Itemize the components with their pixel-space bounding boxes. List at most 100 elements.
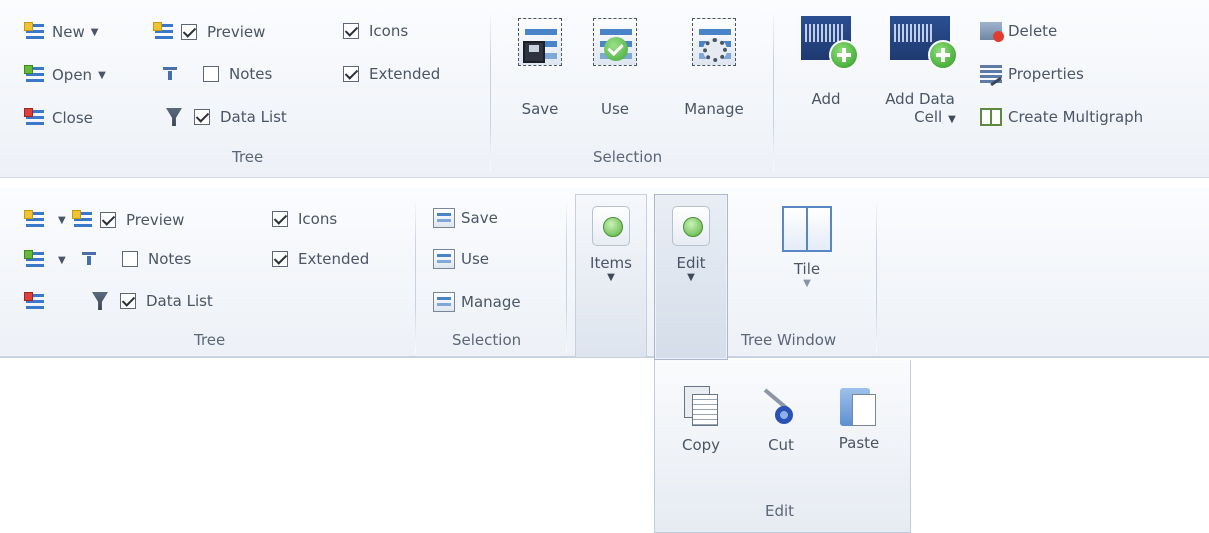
preview-label: Preview [126,211,185,229]
use-selection-small[interactable]: Use [433,249,489,269]
filter-icon[interactable] [166,108,182,126]
preview-checkbox[interactable] [181,24,197,40]
manage-label: Manage [684,100,744,118]
edit-label: Edit [676,254,706,272]
close-label: Close [52,109,93,127]
new-dropdown[interactable]: ▼ [24,210,66,230]
delete-icon [980,22,1004,42]
paste-label: Paste [838,434,880,452]
cell-label: Cell [914,108,943,126]
open-dropdown[interactable]: ▼ [24,250,66,270]
group-divider [566,198,567,353]
dropdown-arrow-icon: ▼ [58,214,66,226]
save-label: Save [521,100,559,118]
notes-toggle[interactable]: Notes [157,65,272,83]
icons-checkbox[interactable] [343,23,359,39]
tree-close-icon [24,108,46,128]
save-selection-icon [433,208,455,228]
tree-view-icon [72,210,94,230]
close-button[interactable]: Close [24,108,93,128]
notes-toggle-2[interactable]: Notes [76,250,191,268]
preview-toggle[interactable]: Preview [153,22,265,42]
selection-group-label: Selection [452,331,522,349]
dropdown-arrow-icon: ▼ [687,272,695,283]
tree-new-icon [24,22,46,42]
paste-button[interactable]: Paste [827,384,891,452]
manage-selection-button[interactable]: Manage [670,18,758,118]
notes-checkbox-2[interactable] [122,251,138,267]
ribbon-collapsed: ▼ ▼ Preview Notes Data List Icons Extend… [0,188,1209,360]
icons-toggle[interactable]: Icons [343,22,408,40]
datalist-checkbox[interactable] [194,109,210,125]
add-button[interactable]: Add [796,16,859,108]
multigraph-icon [980,108,1002,126]
close-tree-button[interactable] [24,292,52,312]
collapse-icon[interactable] [163,67,177,81]
icons-label: Icons [298,210,338,228]
manage-selection-icon [433,292,455,312]
manage-selection-icon [692,18,736,66]
tree-open-icon [24,65,46,85]
edit-button[interactable]: Edit ▼ [654,194,728,360]
add-data-cell-sub: Cell ▼ [900,108,970,126]
selection-group-label: Selection [593,148,663,166]
dropdown-arrow-icon: ▼ [58,254,66,266]
tile-icon [782,206,832,252]
create-multigraph-button[interactable]: Create Multigraph [980,108,1143,126]
datalist-label: Data List [220,108,287,126]
use-label: Use [600,100,630,118]
dropdown-arrow-icon: ▼ [803,278,811,289]
save-selection-button[interactable]: Save [510,18,570,118]
manage-selection-small[interactable]: Manage [433,292,521,312]
save-selection-small[interactable]: Save [433,208,498,228]
datalist-toggle[interactable]: Data List [160,108,287,126]
filter-icon[interactable] [92,292,108,310]
properties-button[interactable]: Properties [980,65,1084,83]
datalist-label: Data List [146,292,213,310]
icons-toggle-2[interactable]: Icons [272,210,337,228]
open-button[interactable]: Open ▼ [24,65,106,85]
preview-label: Preview [207,23,266,41]
tree-open-icon [24,250,46,270]
preview-checkbox-2[interactable] [100,212,116,228]
tree-group-label: Tree [194,331,226,349]
new-label: New [52,23,85,41]
cut-button[interactable]: Cut [753,386,809,454]
dropdown-arrow-icon: ▼ [98,69,106,81]
collapse-icon[interactable] [82,252,96,266]
scissors-icon [761,386,801,426]
ribbon-expanded: New ▼ Open ▼ Close Preview Notes Data Li… [0,0,1209,178]
delete-button[interactable]: Delete [980,22,1058,42]
datalist-checkbox-2[interactable] [120,293,136,309]
dropdown-arrow-icon: ▼ [90,26,99,38]
notes-label: Notes [148,250,192,268]
datalist-toggle-2[interactable]: Data List [86,292,213,310]
add-graph-icon [801,16,859,70]
edit-icon [672,206,710,246]
items-button[interactable]: Items ▼ [575,194,647,358]
delete-label: Delete [1008,22,1058,40]
manage-label: Manage [461,293,521,311]
extended-toggle-2[interactable]: Extended [272,250,369,268]
extended-checkbox-2[interactable] [272,251,288,267]
preview-toggle-2[interactable]: Preview [72,210,184,230]
tree-view-icon [153,22,175,42]
copy-button[interactable]: Copy [671,386,731,454]
tree-group-label: Tree [232,148,264,166]
group-divider [415,198,416,353]
tile-button[interactable]: Tile ▼ [772,206,842,289]
tree-close-icon [24,292,46,312]
use-label: Use [461,250,490,268]
group-divider [876,198,877,353]
save-label: Save [461,209,498,227]
properties-label: Properties [1008,65,1084,83]
extended-toggle[interactable]: Extended [343,65,440,83]
copy-icon [684,386,718,426]
new-button[interactable]: New ▼ [24,22,98,42]
notes-checkbox[interactable] [203,66,219,82]
icons-checkbox-2[interactable] [272,211,288,227]
add-data-cell-button[interactable]: Add Data Cell ▼ [870,16,970,126]
use-selection-button[interactable]: Use [585,18,645,118]
extended-checkbox[interactable] [343,66,359,82]
plus-icon [829,40,859,70]
